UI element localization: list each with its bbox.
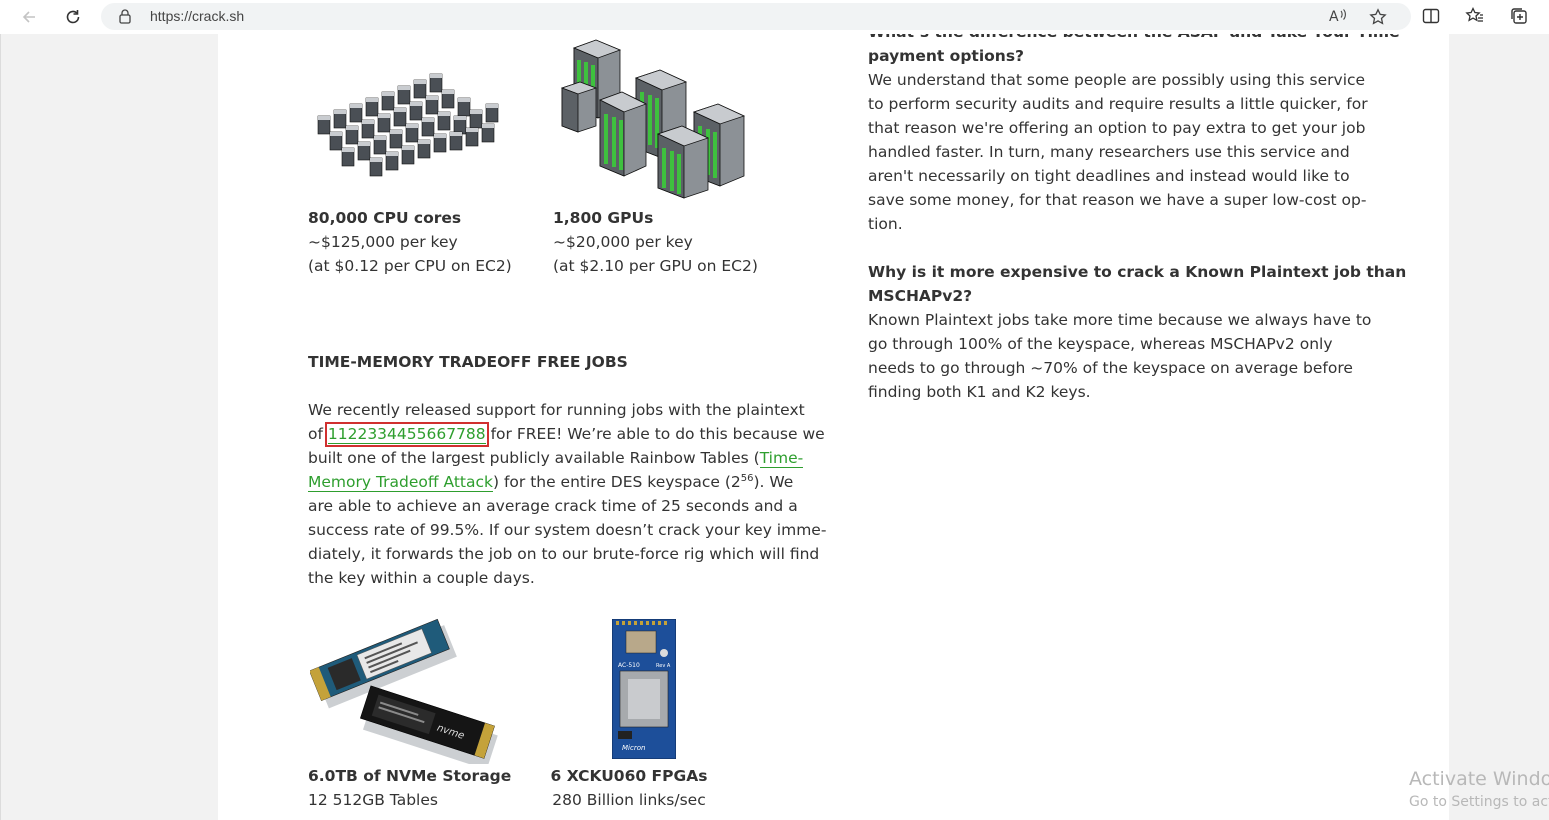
faq-answer-known-plaintext: Known Plaintext jobs take more time beca… [868, 308, 1406, 404]
para-line: success rate of 99.5%. If our system doe… [308, 521, 827, 539]
fpga-links-rate: 280 Billion links/sec [552, 791, 706, 809]
cpu-cluster-image [312, 54, 504, 189]
nvme-title: 6.0TB of NVMe Storage [308, 767, 512, 785]
answer-line: handled faster. In turn, many researcher… [868, 143, 1350, 161]
answer-line: that reason we're offering an option to … [868, 119, 1366, 137]
svg-text:A: A [1329, 9, 1339, 24]
answer-line: tion. [868, 215, 903, 233]
page-content: 80,000 CPU cores ~$125,000 per key (at $… [218, 34, 1449, 820]
svg-text:Rev A: Rev A [656, 663, 671, 669]
faq-question-partial: What’s the difference between the ASAP a… [868, 34, 1406, 44]
para-text: built one of the largest publicly availa… [308, 449, 760, 467]
answer-line: finding both K1 and K2 keys. [868, 383, 1091, 401]
refresh-button[interactable] [62, 6, 84, 28]
favorite-star-icon[interactable] [1369, 8, 1387, 31]
para-text: for FREE! We’re able to do this because … [485, 425, 825, 443]
address-bar[interactable]: https://crack.sh A [101, 3, 1411, 30]
split-screen-icon[interactable] [1421, 6, 1441, 31]
faq-question-payment: payment options? [868, 47, 1025, 65]
answer-line: aren't necessarily on tight deadlines an… [868, 167, 1350, 185]
para-line: Memory Tradeoff Attack) for the entire D… [308, 470, 808, 494]
answer-line: Known Plaintext jobs take more time beca… [868, 311, 1372, 329]
faq-question-known-plaintext: Why is it more expensive to crack a Know… [868, 260, 1406, 308]
para-line: diately, it forwards the job on to our b… [308, 545, 820, 563]
fpga-board-image: AC-510 Rev A Micron [611, 618, 677, 764]
svg-text:AC-510: AC-510 [618, 662, 640, 669]
url-text[interactable]: https://crack.sh [150, 8, 244, 24]
nvme-drives-image: nvme [309, 614, 500, 770]
fpga-title: 6 XCKU060 FPGAs [550, 767, 708, 785]
answer-line: We understand that some people are possi… [868, 71, 1366, 89]
para-line: We recently released support for running… [308, 401, 805, 419]
tmto-section-title: TIME-MEMORY TRADEOFF FREE JOBS [308, 353, 628, 371]
answer-line: go through 100% of the keyspace, whereas… [868, 335, 1333, 353]
gpu-cost: ~$20,000 per key [553, 233, 693, 251]
read-aloud-icon[interactable]: A [1329, 8, 1347, 29]
exponent: 56 [740, 472, 754, 484]
lock-icon [119, 9, 131, 29]
gpu-title: 1,800 GPUs [553, 209, 654, 227]
para-line: built one of the largest publicly availa… [308, 446, 808, 470]
browser-toolbar: https://crack.sh A [0, 0, 1549, 34]
activate-windows-subtext: Go to Settings to activate Windows. [1409, 794, 1549, 810]
para-text: of [308, 425, 328, 443]
nvme-tables: 12 512GB Tables [308, 791, 438, 809]
refresh-icon [66, 10, 80, 24]
svg-text:Micron: Micron [622, 744, 645, 752]
tmto-paragraph: We recently released support for running… [308, 398, 827, 590]
answer-line: needs to go through ~70% of the keyspace… [868, 359, 1353, 377]
gpu-cost-note: (at $2.10 per GPU on EC2) [553, 257, 758, 275]
question-line: Why is it more expensive to crack a Know… [868, 263, 1407, 281]
collections-icon[interactable] [1509, 6, 1529, 31]
answer-line: to perform security audits and require r… [868, 95, 1368, 113]
para-text: ) for the entire DES keyspace (2 [492, 473, 741, 491]
para-line: of 1122334455667788 for FREE! We’re able… [308, 422, 825, 447]
gpu-racks-image [560, 38, 750, 205]
back-button[interactable] [18, 6, 40, 28]
para-line: the key within a couple days. [308, 569, 535, 587]
cpu-cost: ~$125,000 per key [308, 233, 458, 251]
nvme-hardware-caption: 6.0TB of NVMe Storage 12 512GB Tables [308, 764, 511, 812]
activate-windows-watermark: Activate Windows [1409, 768, 1549, 790]
question-line: MSCHAPv2? [868, 287, 973, 305]
para-line: are able to achieve an average crack tim… [308, 497, 798, 515]
page-viewport: 80,000 CPU cores ~$125,000 per key (at $… [0, 34, 1549, 820]
tmto-link-part2[interactable]: Memory Tradeoff Attack [308, 473, 493, 492]
tmto-link-part1[interactable]: Time- [759, 449, 804, 468]
cpu-title: 80,000 CPU cores [308, 209, 462, 227]
faq-answer-payment: We understand that some people are possi… [868, 68, 1406, 236]
cpu-hardware-caption: 80,000 CPU cores ~$125,000 per key (at $… [308, 206, 512, 278]
favorites-icon[interactable] [1465, 6, 1485, 31]
answer-line: save some money, for that reason we have… [868, 191, 1367, 209]
para-text: ). We [753, 473, 794, 491]
plaintext-link[interactable]: 1122334455667788 [324, 422, 489, 447]
gpu-hardware-caption: 1,800 GPUs ~$20,000 per key (at $2.10 pe… [553, 206, 758, 278]
cpu-cost-note: (at $0.12 per CPU on EC2) [308, 257, 512, 275]
faq-column: What’s the difference between the ASAP a… [868, 34, 1406, 404]
fpga-hardware-caption: 6 XCKU060 FPGAs 280 Billion links/sec [544, 764, 714, 812]
back-arrow-icon [22, 11, 35, 23]
